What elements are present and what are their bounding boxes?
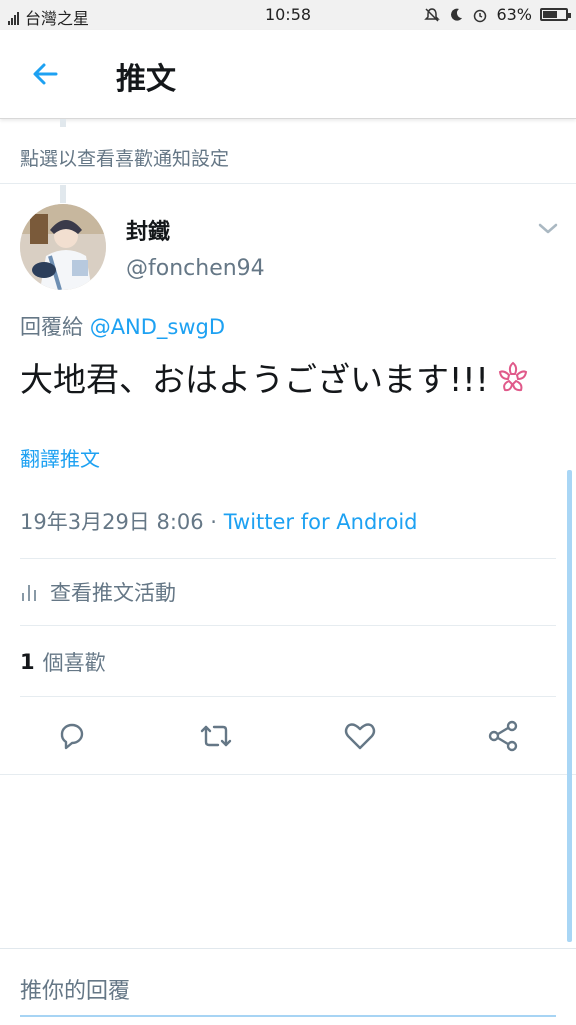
avatar-image [20,204,106,290]
retweet-icon[interactable] [198,718,234,754]
reply-input-placeholder: 推你的回覆 [20,979,131,1004]
reply-to-line: 回覆給 @AND_swgD [20,311,225,341]
share-icon[interactable] [486,718,522,754]
likes-label: 個喜歡 [42,650,106,675]
battery-icon [540,8,571,21]
reply-input-underline [20,1015,556,1017]
tweet-meta: 19年3月29日 8:06 · Twitter for Android [20,506,556,559]
heart-icon[interactable] [342,718,378,754]
reply-mention-link[interactable]: @AND_swgD [90,315,225,339]
view-tweet-activity-button[interactable]: 查看推文活動 [20,558,556,626]
bar-chart-icon [22,584,36,601]
notice-text: 點選以查看喜歡通知設定 [20,148,230,170]
likes-count-row[interactable]: 1 個喜歡 [20,627,556,697]
avatar[interactable] [20,204,106,290]
reply-composer[interactable]: 推你的回覆 [0,948,576,1025]
display-name[interactable]: 封鐵 [126,214,170,246]
status-bar: 台灣之星 10:58 63% [0,0,576,30]
tweet-text: 大地君、おはようございます!!! [20,360,489,399]
tweet-timestamp: 19年3月29日 8:06 · [20,510,217,534]
reply-prefix: 回覆給 [20,315,83,339]
translate-tweet-link[interactable]: 翻譯推文 [20,443,100,472]
client-link[interactable]: Twitter for Android [224,510,418,534]
cherry-blossom-icon [498,361,527,392]
alarm-icon [474,9,487,22]
tweet-action-bar [0,698,576,775]
activity-label: 查看推文活動 [50,580,176,605]
arrow-left-icon[interactable] [28,56,64,92]
likes-count: 1 [20,649,35,674]
battery-percent: 63% [496,5,532,24]
scrollbar[interactable] [567,470,572,942]
page-title: 推文 [116,62,176,97]
tweet-body: 大地君、おはようございます!!! [20,353,533,401]
app-bar: 推文 [0,30,576,119]
chevron-down-icon[interactable] [536,216,560,240]
user-handle[interactable]: @fonchen94 [126,256,265,281]
moon-icon [451,8,463,21]
notification-muted-icon [424,7,441,22]
comment-icon[interactable] [54,718,90,754]
thread-line [60,185,66,203]
like-notification-settings-link[interactable]: 點選以查看喜歡通知設定 [0,126,576,184]
